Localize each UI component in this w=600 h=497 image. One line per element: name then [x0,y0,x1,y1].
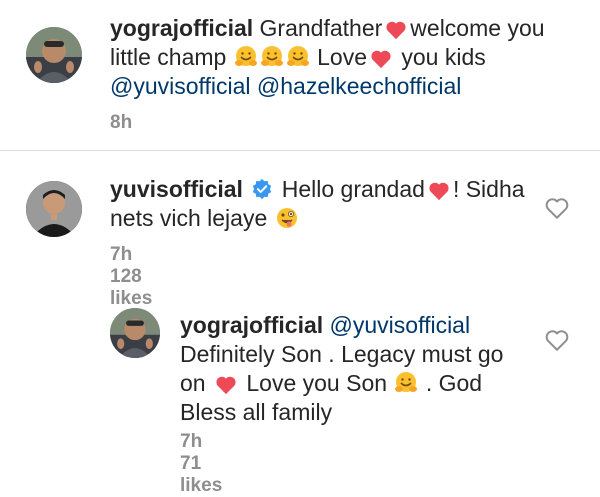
comment-text-part: welcome you [410,15,545,41]
comment-time[interactable]: 7h [180,431,202,452]
comment-text: yograjofficial @yuvisofficial Definitely… [180,311,530,427]
comment-text-part: on [180,370,206,396]
person-avatar-icon [26,181,82,237]
comment-meta: 7h 128 likes [110,244,186,310]
mention-link[interactable]: @hazelkeechofficial [257,73,461,99]
divider [0,150,600,151]
comment-text-part: Hello grandad [281,176,425,202]
mention-link[interactable]: @yuvisofficial [330,312,471,338]
hugging-face-icon [395,372,418,392]
comment-text: yuvisofficial Hello grandad ! Sidha nets … [110,175,530,233]
comment-username[interactable]: yograjofficial [180,312,323,338]
comment-text-part: Grandfather [259,15,383,41]
comment-time[interactable]: 8h [110,112,132,133]
comment-meta: 7h 71 likes [180,431,256,497]
comment-text-part: Love you Son [246,370,388,396]
person-avatar-icon [26,27,82,83]
like-heart-icon[interactable] [544,328,570,352]
comment-username[interactable]: yograjofficial [110,15,253,41]
comment-text-part: ! Sidha [452,176,525,202]
person-avatar-icon [110,308,160,358]
comment-time[interactable]: 7h [110,244,132,265]
red-heart-icon [386,21,406,40]
comment-likes[interactable]: 128 likes [110,266,152,309]
comment-text-part: . God [425,370,483,396]
red-heart-icon [216,376,236,395]
comment-username[interactable]: yuvisofficial [110,176,243,202]
avatar[interactable] [26,27,82,83]
like-heart-icon[interactable] [544,196,570,220]
avatar[interactable] [26,181,82,237]
avatar[interactable] [110,308,160,358]
hugging-face-icon [286,46,309,66]
comment-text-part: little champ [110,44,227,70]
comment-text-part: you kids [401,44,486,70]
comment-text-part: nets vich lejaye [110,205,268,231]
mention-link[interactable]: @yuvisofficial [110,73,251,99]
comment-text-part: Love [317,44,367,70]
comment-text-part: Bless all family [180,399,333,425]
red-heart-icon [429,182,449,201]
hugging-face-icon [234,46,257,66]
comment-text-part: Definitely Son . Legacy must go [180,341,504,367]
hugging-face-icon [260,46,283,66]
zany-face-icon [276,208,297,228]
comment-likes[interactable]: 71 likes [180,453,222,496]
red-heart-icon [371,50,391,69]
comment-text: yograjofficial Grandfather welcome you li… [110,14,590,101]
verified-badge-icon [253,178,272,200]
comment-meta: 8h [110,112,166,134]
